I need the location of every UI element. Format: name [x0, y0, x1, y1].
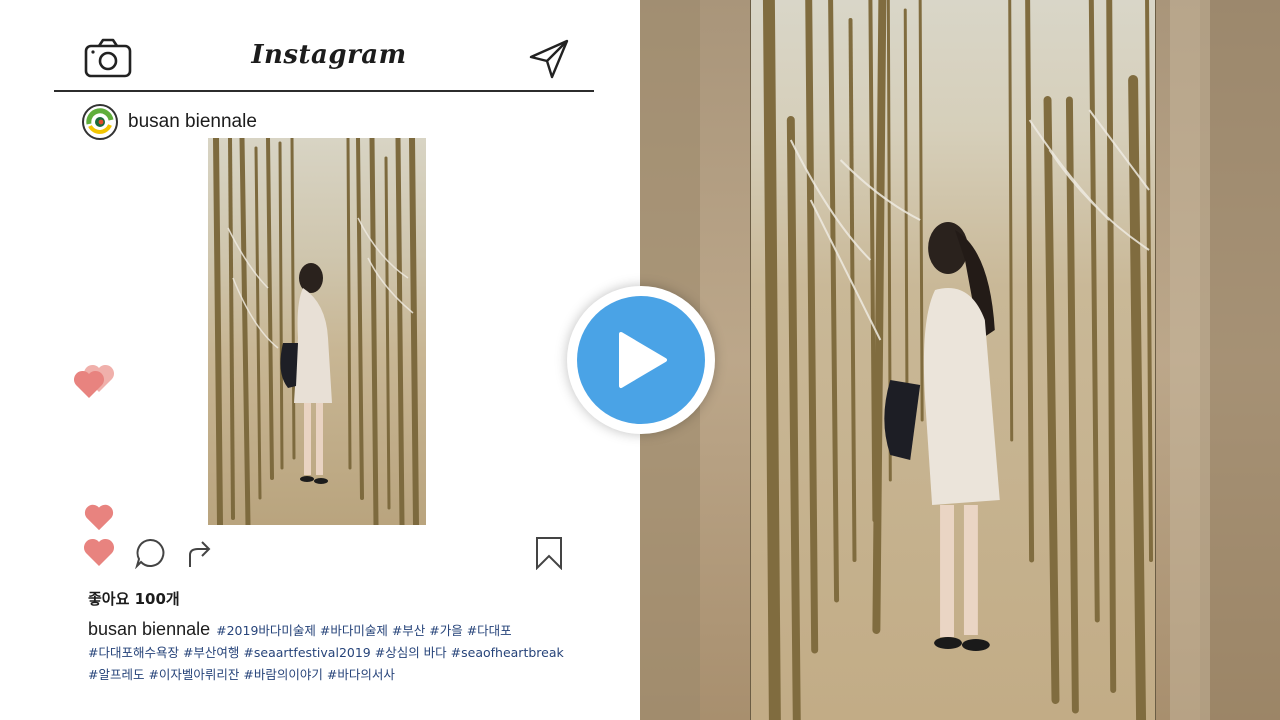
hashtag-line[interactable]: #다대포해수욕장 #부산여행 #seaartfestival2019 #상심의 … [88, 642, 588, 664]
post-username[interactable]: busan biennale [128, 111, 257, 133]
instagram-post-card: Instagram busan biennale 좋아요 100개 busan … [54, 26, 600, 696]
header-divider [54, 90, 594, 92]
post-caption: busan biennale #2019바다미술제 #바다미술제 #부산 #가을 … [88, 618, 588, 686]
avatar[interactable] [82, 104, 118, 140]
send-icon[interactable] [528, 38, 570, 80]
instagram-logo-text: Instagram [251, 40, 407, 70]
play-icon [619, 332, 667, 388]
play-button-circle [577, 296, 705, 424]
floating-heart-icon [73, 370, 105, 398]
post-photo [208, 138, 426, 525]
caption-username[interactable]: busan biennale [88, 619, 210, 639]
instagram-mock-panel: Instagram busan biennale 좋아요 100개 busan … [0, 0, 640, 720]
likes-count[interactable]: 좋아요 100개 [88, 588, 180, 609]
hashtag-line[interactable]: #2019바다미술제 #바다미술제 #부산 #가을 #다대포 [216, 623, 512, 638]
post-action-row [82, 536, 572, 572]
bookmark-icon[interactable] [534, 536, 564, 570]
comment-icon[interactable] [134, 537, 166, 569]
video-preview-panel [640, 0, 1280, 720]
heart-icon[interactable] [82, 536, 116, 568]
hashtag-line[interactable]: #알프레도 #이자벨아뤼리잔 #바람의이야기 #바다의서사 [88, 664, 588, 686]
play-button[interactable] [567, 286, 715, 434]
share-icon[interactable] [186, 537, 214, 569]
floating-heart-icon [84, 504, 114, 531]
top-bar: Instagram [54, 26, 594, 92]
main-video-frame [750, 0, 1156, 720]
avatar-logo-icon [86, 108, 114, 134]
post-header: busan biennale [82, 104, 257, 140]
